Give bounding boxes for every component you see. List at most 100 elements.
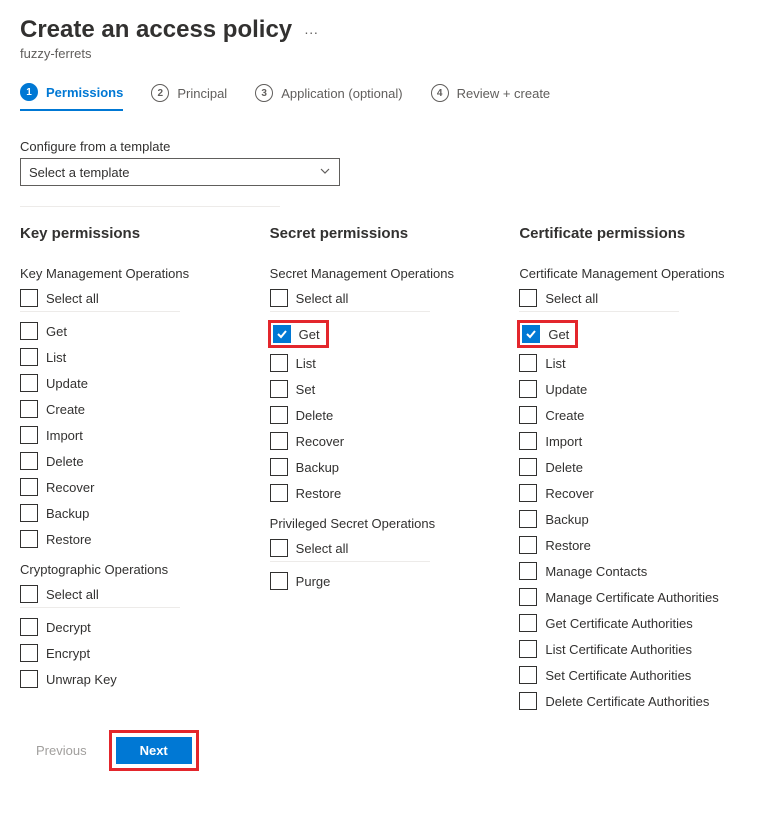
key-perm-checkbox[interactable] [20,504,38,522]
secret-perm-item: Get [270,322,504,346]
secret-select-all-row: Select all [270,289,430,312]
cert-perm-item: Get [519,322,753,346]
perm-label: List Certificate Authorities [545,642,692,657]
secret-permissions-title: Secret permissions [270,225,504,242]
cert-perm-checkbox[interactable] [519,406,537,424]
cert-perm-item: List Certificate Authorities [519,640,753,658]
perm-label: Get [46,324,67,339]
perm-label: Restore [545,538,591,553]
key-select-all-checkbox[interactable] [20,289,38,307]
perm-label: Recover [296,434,344,449]
secret-select-all-checkbox[interactable] [270,539,288,557]
cert-perm-checkbox[interactable] [522,325,540,343]
key-select-all-checkbox[interactable] [20,585,38,603]
cert-perm-item: Create [519,406,753,424]
key-perm-item: Get [20,322,254,340]
cert-perm-checkbox[interactable] [519,588,537,606]
key-perm-item: Restore [20,530,254,548]
secret-perm-checkbox[interactable] [270,432,288,450]
cert-perm-item: Delete Certificate Authorities [519,692,753,710]
more-icon[interactable]: ··· [304,24,318,40]
key-perm-checkbox[interactable] [20,400,38,418]
tab-permissions[interactable]: 1Permissions [20,83,123,111]
secret-perm-checkbox[interactable] [270,572,288,590]
key-perm-item: Backup [20,504,254,522]
secret-select-all-row: Select all [270,539,430,562]
perm-label: Encrypt [46,646,90,661]
chevron-down-icon [319,165,331,180]
key-perm-checkbox[interactable] [20,374,38,392]
cert-perm-checkbox[interactable] [519,562,537,580]
key-perm-checkbox[interactable] [20,530,38,548]
cert-select-all-checkbox[interactable] [519,289,537,307]
select-all-label: Select all [46,587,99,602]
cert-perm-checkbox[interactable] [519,614,537,632]
key-perm-list: Decrypt Encrypt Unwrap Key [20,618,254,688]
cert-perm-item: Restore [519,536,753,554]
key-select-all-row: Select all [20,585,180,608]
secret-permissions-column: Secret permissionsSecret Management Oper… [270,225,504,710]
next-button[interactable]: Next [116,737,192,764]
key-perm-item: Import [20,426,254,444]
highlighted-permission: Get [268,320,329,348]
cert-perm-checkbox[interactable] [519,380,537,398]
cert-perm-checkbox[interactable] [519,510,537,528]
key-group-title: Cryptographic Operations [20,562,254,577]
perm-label: Manage Certificate Authorities [545,590,718,605]
key-perm-checkbox[interactable] [20,644,38,662]
template-select[interactable]: Select a template [20,158,340,186]
perm-label: Get Certificate Authorities [545,616,692,631]
secret-perm-checkbox[interactable] [270,380,288,398]
cert-perm-item: Manage Contacts [519,562,753,580]
cert-perm-checkbox[interactable] [519,484,537,502]
secret-select-all-checkbox[interactable] [270,289,288,307]
secret-perm-checkbox[interactable] [270,484,288,502]
page-title: Create an access policy [20,16,292,44]
cert-perm-item: Get Certificate Authorities [519,614,753,632]
cert-perm-checkbox[interactable] [519,692,537,710]
key-perm-checkbox[interactable] [20,322,38,340]
cert-perm-checkbox[interactable] [519,458,537,476]
perm-label: Backup [545,512,588,527]
secret-perm-item: Delete [270,406,504,424]
tab-review-create[interactable]: 4Review + create [431,83,551,111]
key-perm-item: Decrypt [20,618,254,636]
cert-perm-item: Set Certificate Authorities [519,666,753,684]
tab-application-optional-[interactable]: 3Application (optional) [255,83,402,111]
secret-perm-checkbox[interactable] [270,406,288,424]
cert-perm-item: Import [519,432,753,450]
cert-perm-checkbox[interactable] [519,432,537,450]
cert-perm-item: Manage Certificate Authorities [519,588,753,606]
key-perm-checkbox[interactable] [20,618,38,636]
secret-perm-checkbox[interactable] [270,458,288,476]
key-perm-checkbox[interactable] [20,348,38,366]
template-select-value: Select a template [29,165,129,180]
select-all-label: Select all [46,291,99,306]
tab-principal[interactable]: 2Principal [151,83,227,111]
previous-button[interactable]: Previous [24,737,99,764]
perm-label: Restore [46,532,92,547]
step-number-icon: 2 [151,84,169,102]
secret-perm-checkbox[interactable] [273,325,291,343]
perm-label: Backup [46,506,89,521]
key-perm-item: List [20,348,254,366]
key-perm-checkbox[interactable] [20,452,38,470]
cert-perm-checkbox[interactable] [519,640,537,658]
cert-perm-checkbox[interactable] [519,536,537,554]
secret-perm-item: Restore [270,484,504,502]
key-perm-checkbox[interactable] [20,478,38,496]
cert-perm-item: List [519,354,753,372]
next-button-highlight: Next [109,730,199,771]
key-perm-item: Unwrap Key [20,670,254,688]
cert-permissions-column: Certificate permissionsCertificate Manag… [519,225,753,710]
cert-perm-list: GetListUpdateCreateImportDeleteRecoverBa… [519,322,753,710]
perm-label: Update [46,376,88,391]
select-all-label: Select all [545,291,598,306]
cert-perm-checkbox[interactable] [519,354,537,372]
perm-label: List [545,356,565,371]
key-perm-checkbox[interactable] [20,426,38,444]
secret-perm-item: Set [270,380,504,398]
secret-perm-checkbox[interactable] [270,354,288,372]
key-perm-checkbox[interactable] [20,670,38,688]
cert-perm-checkbox[interactable] [519,666,537,684]
